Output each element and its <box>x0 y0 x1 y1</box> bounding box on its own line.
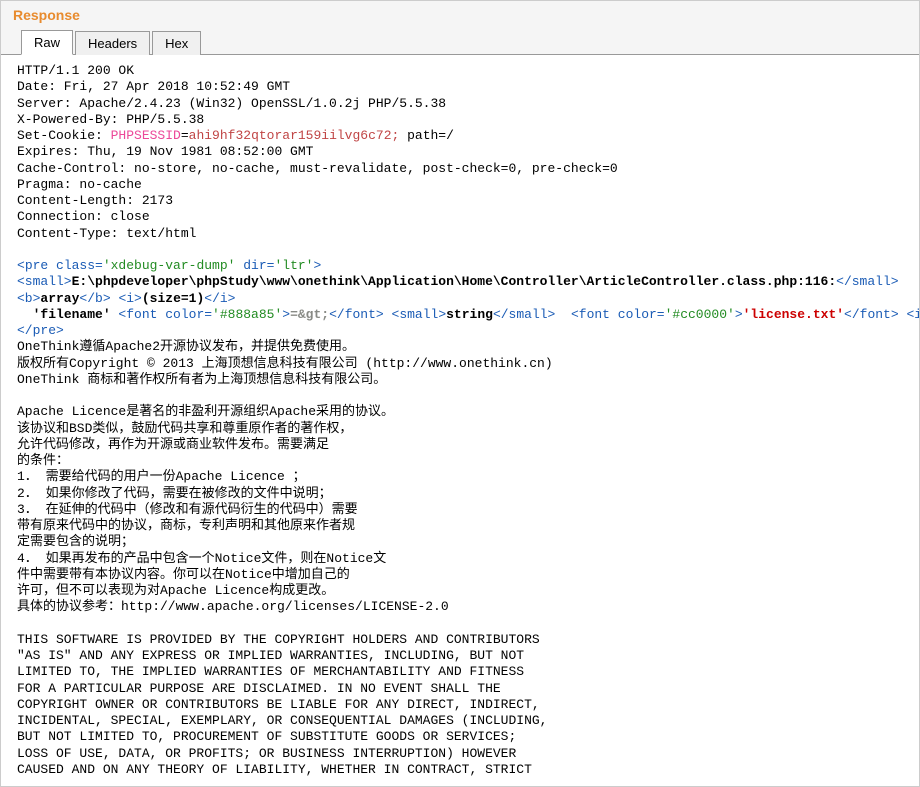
response-content[interactable]: HTTP/1.1 200 OK Date: Fri, 27 Apr 2018 1… <box>1 55 919 786</box>
array-word: array <box>40 291 79 306</box>
b-open: <b> <box>17 291 40 306</box>
arrow: =&gt; <box>290 307 329 322</box>
license-txt: 'license.txt' <box>743 307 844 322</box>
http-date: Date: Fri, 27 Apr 2018 10:52:49 GMT <box>17 79 290 94</box>
font-gt-2: > <box>735 307 743 322</box>
color-attr-2: color= <box>610 307 665 322</box>
font-gt-1: > <box>282 307 290 322</box>
pre-class-attr: class= <box>48 258 103 273</box>
http-pragma: Pragma: no-cache <box>17 177 142 192</box>
pre-lt: < <box>17 258 25 273</box>
font-close-1: </font> <box>329 307 384 322</box>
http-setcookie-prefix: Set-Cookie: <box>17 128 111 143</box>
http-connection: Connection: close <box>17 209 150 224</box>
color-val-2: '#cc0000' <box>665 307 735 322</box>
http-server: Server: Apache/2.4.23 (Win32) OpenSSL/1.… <box>17 96 446 111</box>
http-cachectrl: Cache-Control: no-store, no-cache, must-… <box>17 161 618 176</box>
pre-class-val: 'xdebug-var-dump' <box>103 258 236 273</box>
color-attr-1: color= <box>157 307 212 322</box>
color-val-1: '#888a85' <box>212 307 282 322</box>
filename-indent <box>17 307 33 322</box>
i-open-1: <i> <box>118 291 141 306</box>
pre-dir-attr: dir= <box>235 258 274 273</box>
filename-key: 'filename' <box>33 307 111 322</box>
font-close-2: </font> <box>844 307 899 322</box>
tab-headers[interactable]: Headers <box>75 31 150 55</box>
phpsessid-key: PHPSESSID <box>111 128 181 143</box>
pre-tag: pre <box>25 258 48 273</box>
small-open-1: <small> <box>17 274 72 289</box>
size-text: (size=1) <box>142 291 204 306</box>
pre-dir-val: 'ltr' <box>274 258 313 273</box>
http-clength: Content-Length: 2173 <box>17 193 173 208</box>
small-close-1: </small> <box>836 274 898 289</box>
font-open-1: <font <box>111 307 158 322</box>
file-path: E:\phpdeveloper\phpStudy\www\onethink\Ap… <box>72 274 837 289</box>
string-word: string <box>446 307 493 322</box>
small-open-2: <small> <box>392 307 447 322</box>
http-ctype: Content-Type: text/html <box>17 226 196 241</box>
body-text: OneThink遵循Apache2开源协议发布，并提供免费使用。 版权所有Cop… <box>17 339 553 777</box>
pre-close: </pre> <box>17 323 64 338</box>
phpsessid-suffix: path=/ <box>399 128 454 143</box>
tab-raw[interactable]: Raw <box>21 30 73 55</box>
response-panel: Response Raw Headers Hex HTTP/1.1 200 OK… <box>0 0 920 787</box>
b-close: </b> <box>79 291 110 306</box>
i-open-2: <i> <box>906 307 919 322</box>
http-xpowered: X-Powered-By: PHP/5.5.38 <box>17 112 204 127</box>
pre-gt: > <box>313 258 321 273</box>
tabs-bar: Raw Headers Hex <box>1 29 919 55</box>
phpsessid-val: ahi9hf32qtorar159iilvg6c72; <box>189 128 400 143</box>
http-expires: Expires: Thu, 19 Nov 1981 08:52:00 GMT <box>17 144 313 159</box>
tab-hex[interactable]: Hex <box>152 31 201 55</box>
small-close-2: </small> <box>493 307 555 322</box>
http-status: HTTP/1.1 200 OK <box>17 63 134 78</box>
i-close-1: </i> <box>204 291 235 306</box>
section-title: Response <box>1 1 919 29</box>
phpsessid-eq: = <box>181 128 189 143</box>
font-open-2: <font <box>563 307 610 322</box>
